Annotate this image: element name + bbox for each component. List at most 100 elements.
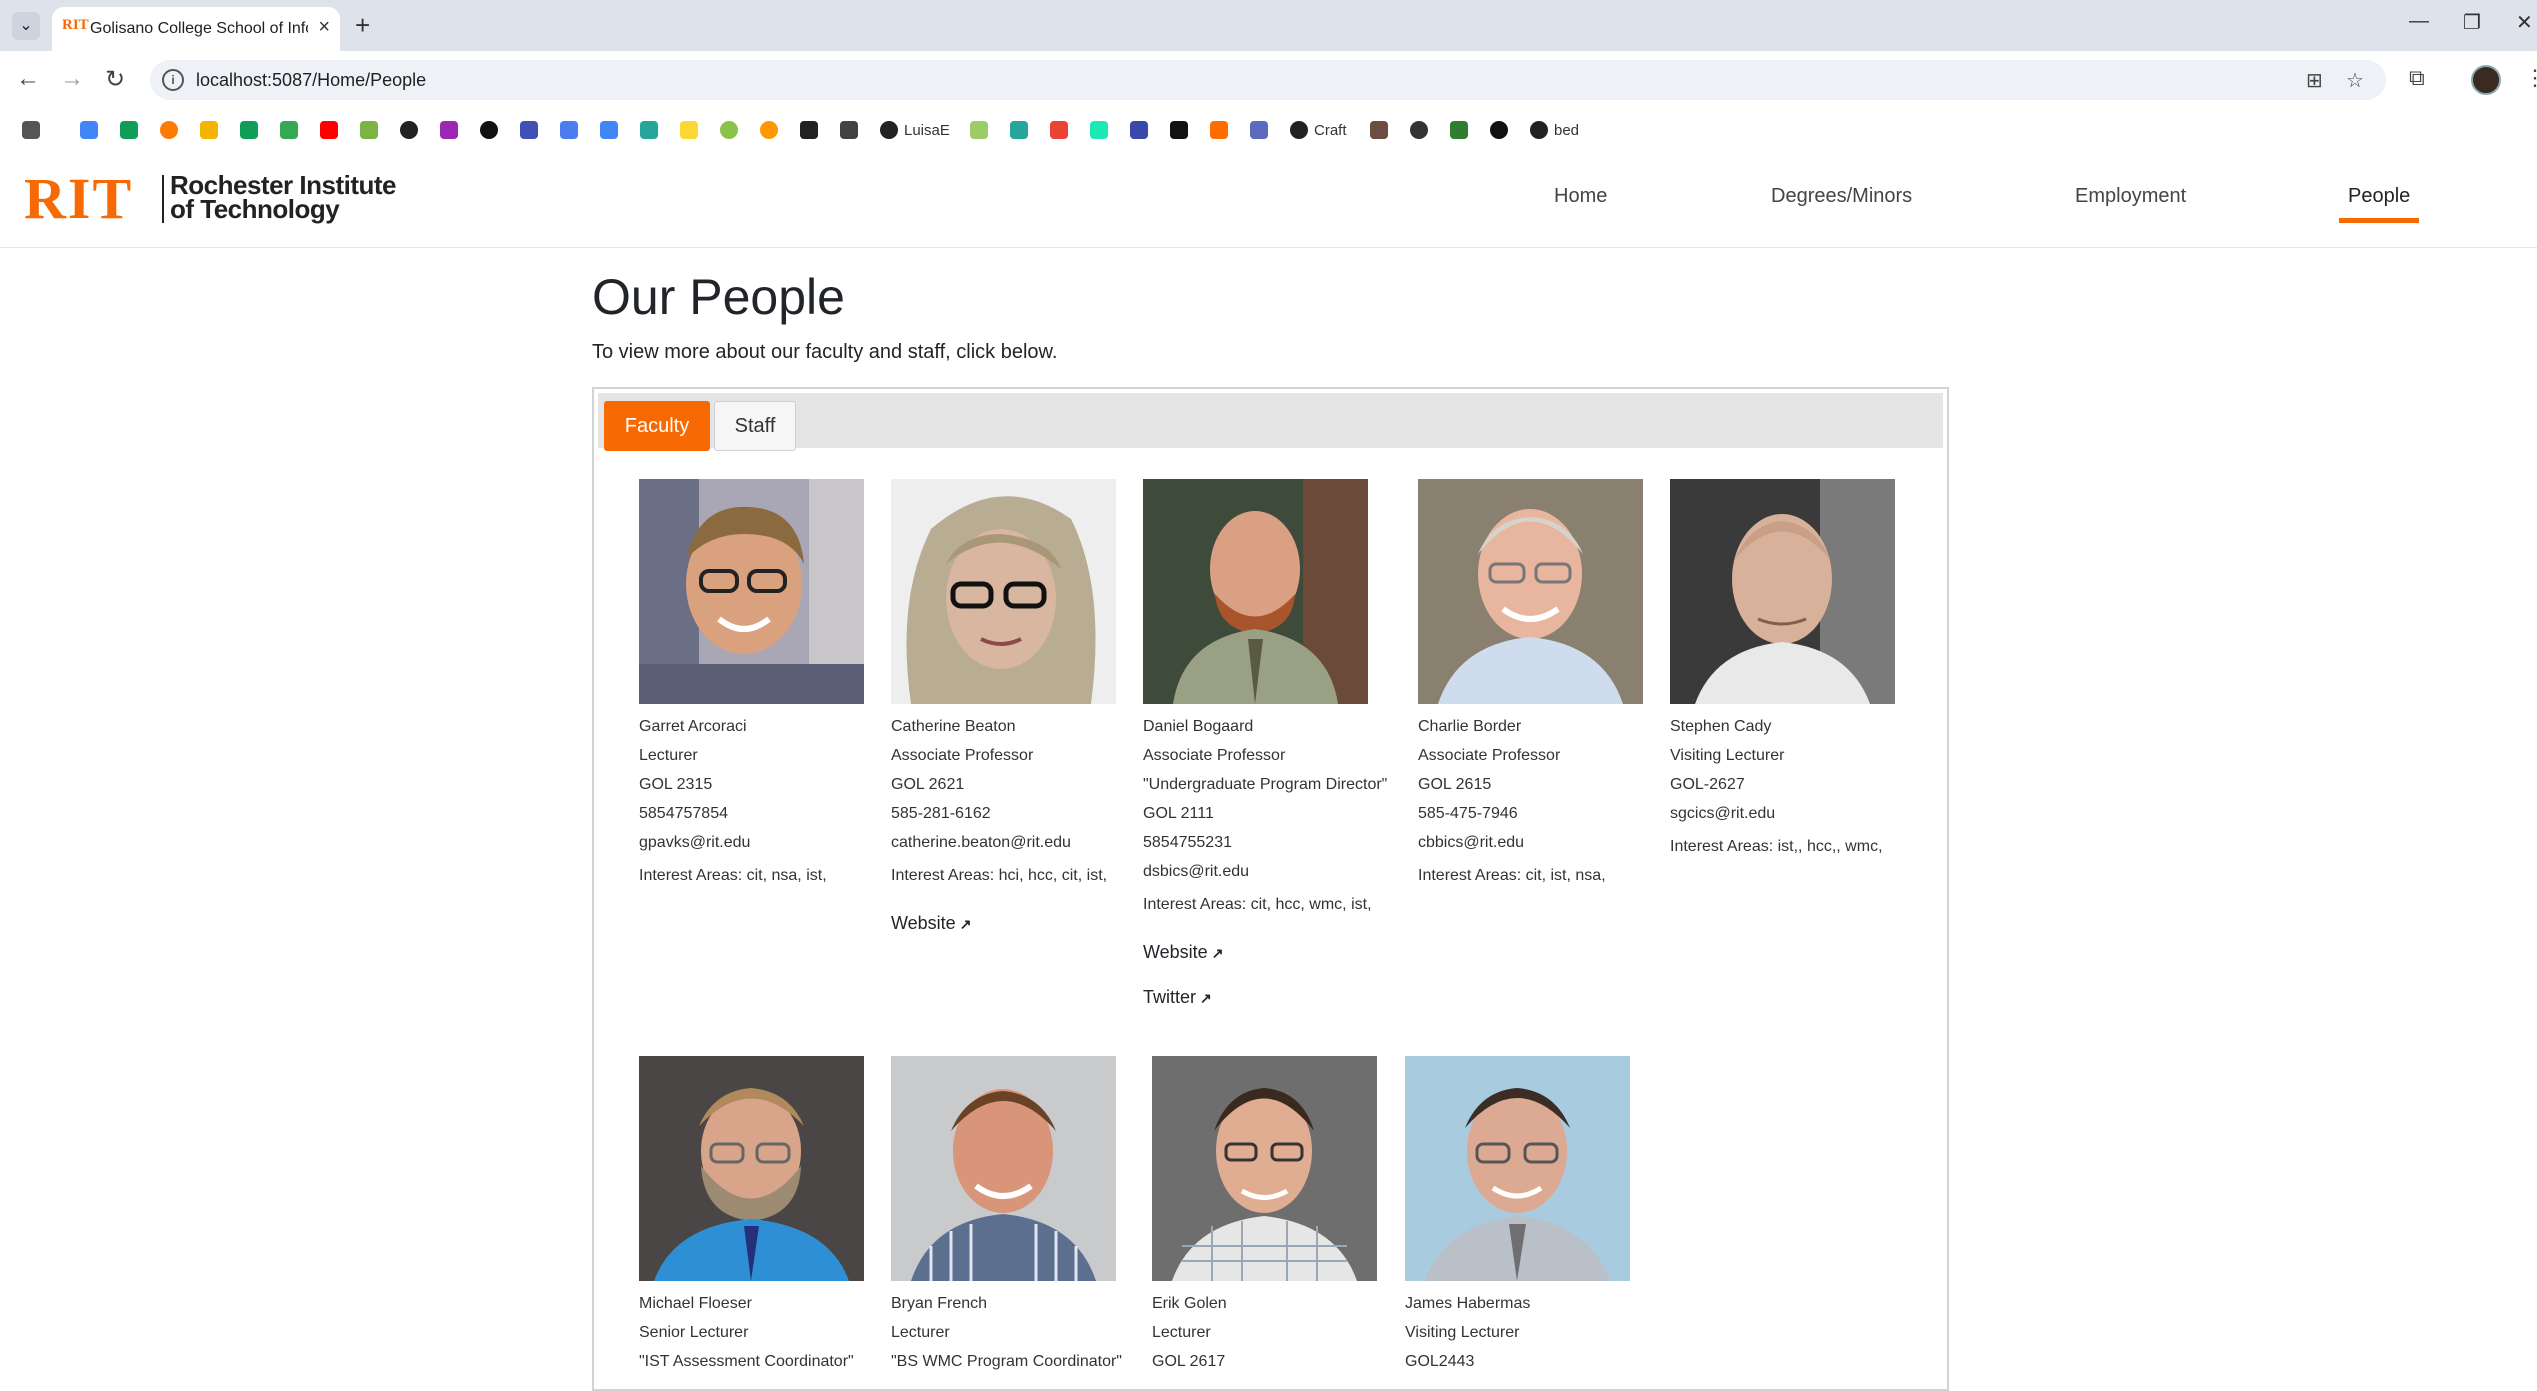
nav-employment[interactable]: Employment — [2075, 185, 2186, 208]
logo-wordmark[interactable]: Rochester Institute of Technology — [170, 172, 397, 222]
nav-people[interactable]: People — [2348, 185, 2410, 208]
bookmark-github-icon[interactable] — [400, 119, 424, 141]
tab-faculty[interactable]: Faculty — [604, 401, 710, 451]
bookmark-app-icon[interactable] — [440, 119, 464, 141]
faculty-title: Associate Professor — [1418, 747, 1561, 764]
bookmark-gemini-icon[interactable] — [560, 119, 584, 141]
bookmark-sheets-icon[interactable] — [240, 119, 264, 141]
apps-grid-icon[interactable] — [22, 119, 46, 141]
logo-divider — [162, 175, 164, 223]
bookmark-app-icon[interactable] — [640, 119, 664, 141]
bookmark-luisae[interactable]: LuisaE — [880, 119, 950, 141]
bookmark-drive-icon[interactable] — [280, 119, 304, 141]
bookmark-app-icon[interactable] — [720, 119, 744, 141]
browser-menu-icon[interactable]: ⋮ — [2524, 65, 2537, 91]
bookmark-app-icon[interactable] — [970, 119, 994, 141]
faculty-interests: Interest Areas: cit, hcc, wmc, ist, — [1143, 896, 1372, 913]
faculty-card[interactable]: Bryan French Lecturer "BS WMC Program Co… — [891, 1056, 1131, 1376]
extensions-icon[interactable]: ⧉ — [2409, 65, 2425, 91]
bookmark-app-icon[interactable] — [160, 119, 184, 141]
people-tab-bar: Faculty Staff — [598, 393, 1943, 451]
faculty-title: Lecturer — [1152, 1324, 1211, 1341]
bookmark-app-icon[interactable] — [360, 119, 384, 141]
bookmark-gmail-icon[interactable] — [1050, 119, 1074, 141]
bookmark-app-icon[interactable] — [1210, 119, 1234, 141]
faculty-photo[interactable] — [1405, 1056, 1630, 1281]
faculty-interests: Interest Areas: cit, nsa, ist, — [639, 867, 827, 884]
bookmark-app-icon[interactable] — [800, 119, 824, 141]
bookmark-app-icon[interactable] — [840, 119, 864, 141]
bookmark-translate-icon[interactable] — [600, 119, 624, 141]
profile-avatar[interactable] — [2471, 65, 2501, 95]
bookmark-app-icon[interactable] — [1490, 119, 1514, 141]
bookmark-star-icon[interactable]: ☆ — [2346, 68, 2364, 93]
bookmark-bed[interactable]: bed — [1530, 119, 1579, 141]
bookmark-app-icon[interactable] — [1010, 119, 1034, 141]
faculty-title: Visiting Lecturer — [1405, 1324, 1520, 1341]
nav-degrees-minors[interactable]: Degrees/Minors — [1771, 185, 1912, 208]
faculty-card[interactable]: Erik Golen Lecturer GOL 2617 — [1152, 1056, 1392, 1376]
bookmark-app-icon[interactable] — [1370, 119, 1394, 141]
bookmark-app-icon[interactable] — [760, 119, 784, 141]
browser-tab-strip: ⌄ RIT Golisano College School of Info × … — [0, 0, 2537, 51]
translate-icon[interactable]: ⊞ — [2306, 68, 2323, 93]
bookmark-app-icon[interactable] — [1130, 119, 1154, 141]
browser-toolbar: ← → ↻ i localhost:5087/Home/People ⊞ ☆ ⧉… — [0, 51, 2537, 109]
faculty-email: gpavks@rit.edu — [639, 834, 751, 851]
bookmark-app-icon[interactable] — [520, 119, 544, 141]
bookmark-app-icon[interactable] — [680, 119, 704, 141]
tab-close-icon[interactable]: × — [318, 16, 330, 39]
bookmark-app-icon[interactable] — [1170, 119, 1194, 141]
faculty-twitter-link[interactable]: Twitter ↗ — [1143, 984, 1383, 1010]
faculty-card[interactable]: Daniel Bogaard Associate Professor "Unde… — [1143, 479, 1387, 1010]
faculty-photo[interactable] — [639, 479, 864, 704]
faculty-photo[interactable] — [1418, 479, 1643, 704]
faculty-title: Visiting Lecturer — [1670, 747, 1785, 764]
faculty-photo[interactable] — [1670, 479, 1895, 704]
bookmark-docs-icon[interactable] — [80, 119, 104, 141]
bookmark-youtube-icon[interactable] — [320, 119, 344, 141]
faculty-card[interactable]: Stephen Cady Visiting Lecturer GOL-2627 … — [1670, 479, 1910, 861]
external-link-icon: ↗ — [1211, 945, 1224, 961]
minimize-icon[interactable]: — — [2409, 10, 2429, 33]
faculty-name: James Habermas — [1405, 1295, 1531, 1312]
faculty-photo[interactable] — [1143, 479, 1368, 704]
nav-home[interactable]: Home — [1554, 185, 1607, 208]
faculty-card[interactable]: Michael Floeser Senior Lecturer "IST Ass… — [639, 1056, 879, 1376]
faculty-photo[interactable] — [639, 1056, 864, 1281]
bookmark-app-icon[interactable] — [1250, 119, 1274, 141]
new-tab-icon[interactable]: + — [355, 10, 370, 41]
faculty-website-link[interactable]: Website ↗ — [1143, 939, 1383, 965]
rit-logo[interactable]: RIT — [24, 170, 133, 228]
address-bar[interactable]: i localhost:5087/Home/People ⊞ ☆ — [150, 60, 2386, 100]
faculty-website-link[interactable]: Website ↗ — [891, 910, 1131, 936]
faculty-card[interactable]: Garret Arcoraci Lecturer GOL 2315 585475… — [639, 479, 879, 890]
faculty-photo[interactable] — [891, 1056, 1116, 1281]
forward-icon[interactable]: → — [60, 65, 84, 93]
back-icon[interactable]: ← — [16, 65, 40, 93]
restore-icon[interactable]: ❐ — [2463, 10, 2481, 35]
browser-tab-active[interactable]: RIT Golisano College School of Info × — [52, 7, 340, 51]
faculty-name: Michael Floeser — [639, 1295, 752, 1312]
faculty-office: GOL 2315 — [639, 776, 713, 793]
faculty-photo[interactable] — [891, 479, 1116, 704]
bookmark-app-icon[interactable] — [480, 119, 504, 141]
site-info-icon[interactable]: i — [162, 69, 184, 91]
github-icon — [1290, 121, 1308, 139]
faculty-title: Associate Professor — [891, 747, 1034, 764]
bookmark-slides-icon[interactable] — [200, 119, 224, 141]
faculty-office: GOL 2615 — [1418, 776, 1492, 793]
bookmark-app-icon[interactable] — [1410, 119, 1434, 141]
bookmark-app-icon[interactable] — [120, 119, 144, 141]
bookmark-app-icon[interactable] — [1090, 119, 1114, 141]
bookmark-app-icon[interactable] — [1450, 119, 1474, 141]
tab-search-icon[interactable]: ⌄ — [12, 12, 40, 40]
bookmark-craft[interactable]: Craft — [1290, 119, 1347, 141]
faculty-photo[interactable] — [1152, 1056, 1377, 1281]
tab-staff[interactable]: Staff — [714, 401, 796, 451]
faculty-card[interactable]: James Habermas Visiting Lecturer GOL2443 — [1405, 1056, 1645, 1376]
faculty-card[interactable]: Charlie Border Associate Professor GOL 2… — [1418, 479, 1658, 890]
reload-icon[interactable]: ↻ — [105, 65, 125, 94]
faculty-card[interactable]: Catherine Beaton Associate Professor GOL… — [891, 479, 1131, 936]
close-window-icon[interactable]: ✕ — [2516, 10, 2533, 35]
